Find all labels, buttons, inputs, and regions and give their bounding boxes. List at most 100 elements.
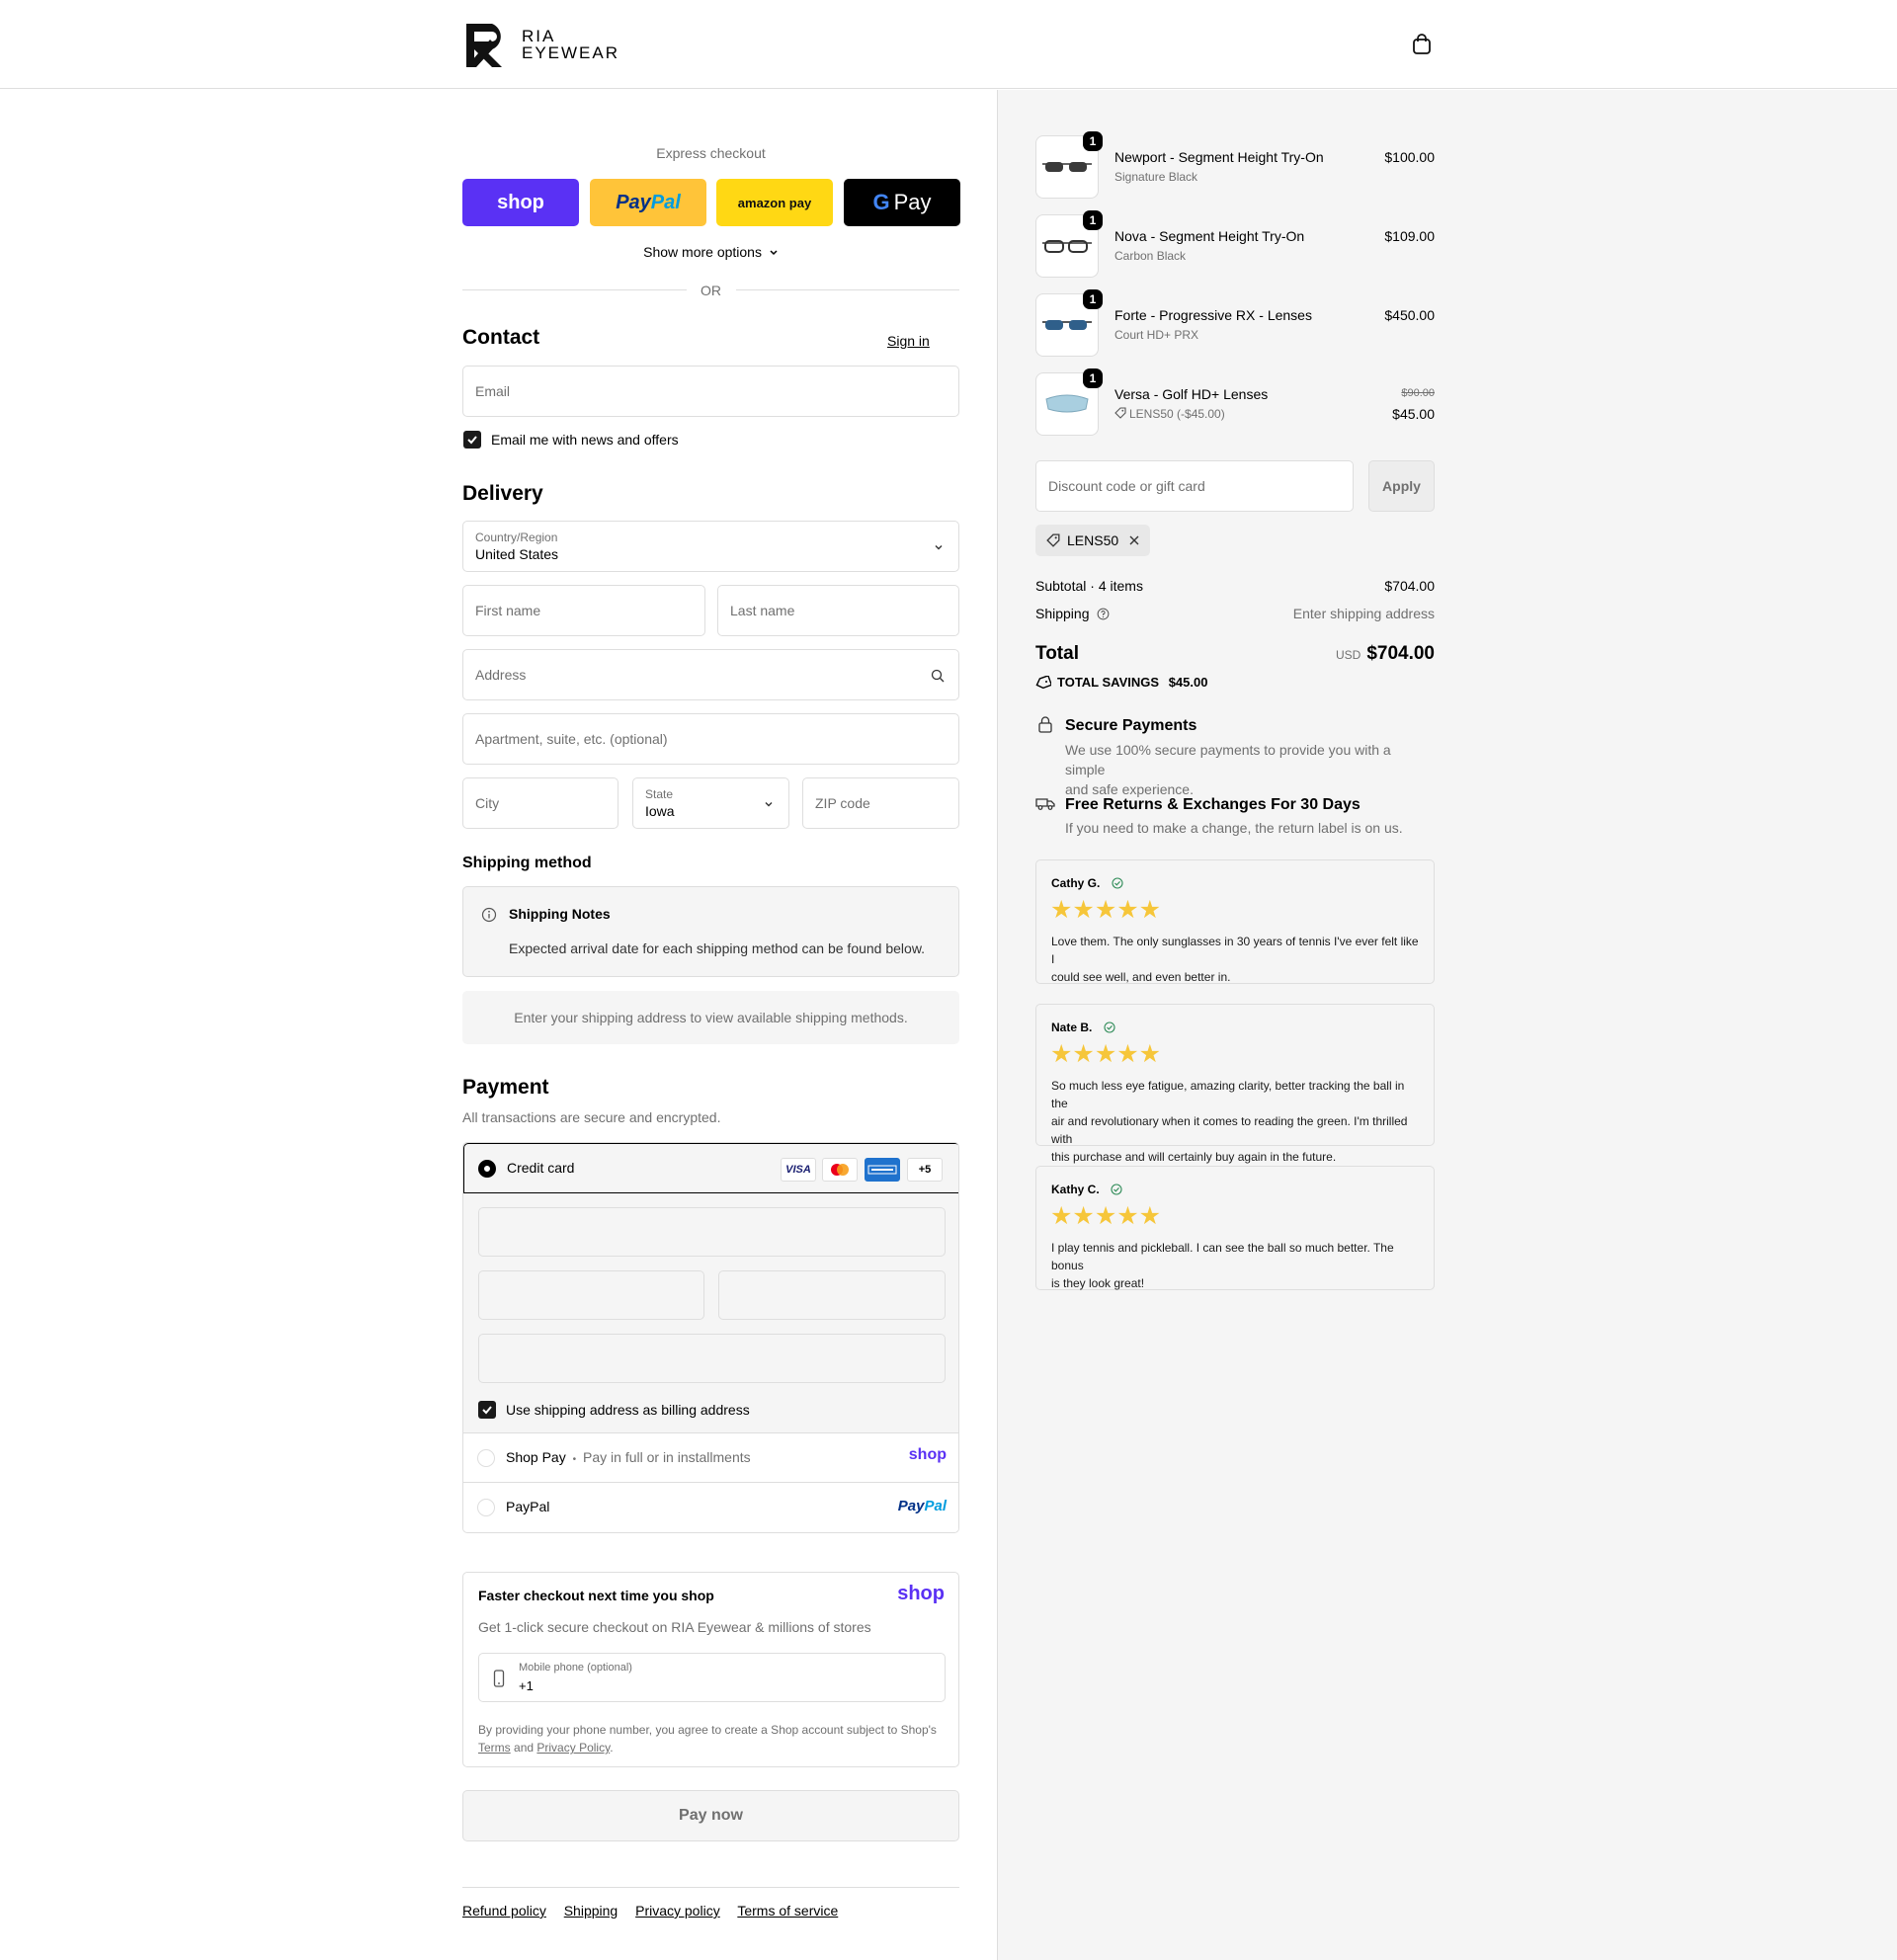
chevron-down-icon — [765, 802, 773, 807]
logo[interactable]: RIA EYEWEAR — [462, 20, 619, 69]
review-text-line: Love them. The only sunglasses in 30 yea… — [1051, 935, 1419, 966]
sign-in-link[interactable]: Sign in — [887, 333, 930, 349]
lock-icon — [1038, 716, 1052, 733]
star-rating: ★★★★★ — [1050, 1040, 1162, 1068]
newsletter-checkbox[interactable] — [463, 431, 481, 449]
google-pay-label: Pay — [893, 190, 932, 214]
product-thumbnail: 1 — [1035, 289, 1103, 357]
paypal-logo-pay: Pay — [897, 1498, 925, 1514]
logo-text-top: RIA — [522, 27, 556, 45]
shop-pay-express-button[interactable]: shop — [462, 179, 579, 226]
item-discount: LENS50 (-$45.00) — [1114, 407, 1225, 421]
info-icon — [481, 907, 497, 923]
card-security-code-field[interactable] — [718, 1270, 946, 1320]
state-value: Iowa — [645, 803, 675, 819]
payment-heading: Payment — [462, 1076, 549, 1099]
mobile-phone-field[interactable]: Mobile phone (optional) +1 — [478, 1653, 946, 1702]
help-circle-icon[interactable] — [1097, 608, 1110, 620]
review-text-line: is they look great! — [1051, 1276, 1145, 1290]
zip-field[interactable]: ZIP code — [802, 777, 959, 829]
review-text-line: could see well, and even better in. — [1051, 970, 1231, 984]
privacy-policy-link[interactable]: Privacy policy — [635, 1903, 720, 1919]
last-name-field[interactable]: Last name — [717, 585, 959, 636]
card-name-field[interactable] — [478, 1334, 946, 1383]
paypal-radio[interactable] — [477, 1499, 495, 1516]
address-field[interactable]: Address — [462, 649, 959, 700]
card-number-field[interactable] — [478, 1207, 946, 1257]
total-label: Total — [1035, 643, 1079, 664]
secure-payments-title: Secure Payments — [1065, 717, 1197, 734]
apartment-placeholder: Apartment, suite, etc. (optional) — [475, 731, 668, 747]
visa-card-icon: VISA — [781, 1158, 816, 1182]
star-rating: ★★★★★ — [1050, 896, 1162, 924]
amazon-pay-logo: amazon pay — [737, 195, 812, 210]
shipping-notes-box: Shipping Notes Expected arrival date for… — [462, 886, 959, 977]
review-text: Love them. The only sunglasses in 30 yea… — [1051, 933, 1422, 986]
first-name-placeholder: First name — [475, 603, 541, 618]
amazon-pay-express-button[interactable]: amazon pay — [716, 179, 833, 226]
mobile-phone-label: Mobile phone (optional) — [519, 1662, 632, 1674]
item-price: $45.00 — [1392, 406, 1435, 422]
footer-links: Refund policy Shipping Privacy policy Te… — [462, 1903, 852, 1919]
shipping-notes-title: Shipping Notes — [509, 906, 611, 922]
discount-code-field[interactable]: Discount code or gift card — [1035, 460, 1354, 512]
line-item: 1 Nova - Segment Height Try-On Carbon Bl… — [1035, 210, 1435, 278]
close-icon[interactable] — [1128, 534, 1140, 546]
item-variant: Court HD+ PRX — [1114, 328, 1199, 342]
total-savings-value: $45.00 — [1168, 675, 1208, 690]
credit-card-label: Credit card — [507, 1160, 575, 1176]
terms-of-service-link[interactable]: Terms of service — [737, 1903, 838, 1919]
show-more-options-link[interactable]: Show more options — [462, 244, 959, 260]
item-variant: Carbon Black — [1114, 249, 1187, 263]
paypal-logo: PayPal — [616, 192, 681, 214]
total-savings: TOTAL SAVINGS $45.00 — [1035, 675, 1207, 690]
email-field[interactable]: Email — [462, 366, 959, 417]
credit-card-option[interactable]: Credit card VISA +5 — [463, 1143, 958, 1193]
quantity-badge: 1 — [1083, 289, 1103, 309]
shipping-method-heading: Shipping method — [462, 855, 592, 871]
address-placeholder: Address — [475, 667, 527, 683]
shop-pay-logo: shop — [908, 1446, 947, 1463]
state-select[interactable]: State Iowa — [632, 777, 789, 829]
apply-discount-button[interactable]: Apply — [1368, 460, 1435, 512]
visa-label: VISA — [785, 1164, 811, 1176]
quantity-badge: 1 — [1083, 368, 1103, 388]
quantity-badge: 1 — [1083, 210, 1103, 230]
card-expiry-field[interactable] — [478, 1270, 704, 1320]
shipping-policy-link[interactable]: Shipping — [564, 1903, 619, 1919]
free-returns-text: If you need to make a change, the return… — [1065, 820, 1403, 836]
google-pay-express-button[interactable]: G Pay — [844, 179, 960, 226]
shipping-notes-text: Expected arrival date for each shipping … — [509, 940, 926, 956]
free-returns-title: Free Returns & Exchanges For 30 Days — [1065, 796, 1361, 813]
item-price: $109.00 — [1384, 228, 1435, 244]
total-value: $704.00 — [1366, 643, 1435, 664]
pay-now-button[interactable]: Pay now — [462, 1790, 959, 1841]
checkmark-icon — [482, 1406, 492, 1415]
item-name: Versa - Golf HD+ Lenses — [1114, 386, 1269, 402]
shop-legal-end: . — [610, 1741, 614, 1755]
shopping-bag-icon[interactable] — [1411, 34, 1433, 55]
last-name-placeholder: Last name — [730, 603, 795, 618]
product-thumbnail: 1 — [1035, 131, 1103, 199]
review-text-line: So much less eye fatigue, amazing clarit… — [1051, 1079, 1405, 1110]
country-select[interactable]: Country/Region United States — [462, 521, 959, 572]
paypal-label: PayPal — [506, 1499, 550, 1514]
logo-text-bottom: EYEWEAR — [522, 43, 620, 62]
city-field[interactable]: City — [462, 777, 619, 829]
refund-policy-link[interactable]: Refund policy — [462, 1903, 546, 1919]
shop-pay-option[interactable]: Shop Pay • Pay in full or in installment… — [463, 1432, 958, 1482]
shop-pay-radio[interactable] — [477, 1449, 495, 1467]
billing-address-checkbox[interactable] — [478, 1401, 496, 1419]
first-name-field[interactable]: First name — [462, 585, 705, 636]
shop-terms-link[interactable]: Terms — [478, 1741, 511, 1755]
verified-check-icon — [1112, 877, 1123, 889]
apartment-field[interactable]: Apartment, suite, etc. (optional) — [462, 713, 959, 765]
item-variant: Signature Black — [1114, 170, 1198, 184]
paypal-express-button[interactable]: PayPal — [590, 179, 706, 226]
review-text: I play tennis and pickleball. I can see … — [1051, 1239, 1422, 1292]
review-text-line: I play tennis and pickleball. I can see … — [1051, 1241, 1394, 1272]
paypal-option[interactable]: PayPal PayPal — [463, 1482, 958, 1531]
shop-legal-text: By providing your phone number, you agre… — [478, 1721, 948, 1756]
shop-privacy-link[interactable]: Privacy Policy — [536, 1741, 610, 1755]
credit-card-radio[interactable] — [478, 1160, 496, 1178]
